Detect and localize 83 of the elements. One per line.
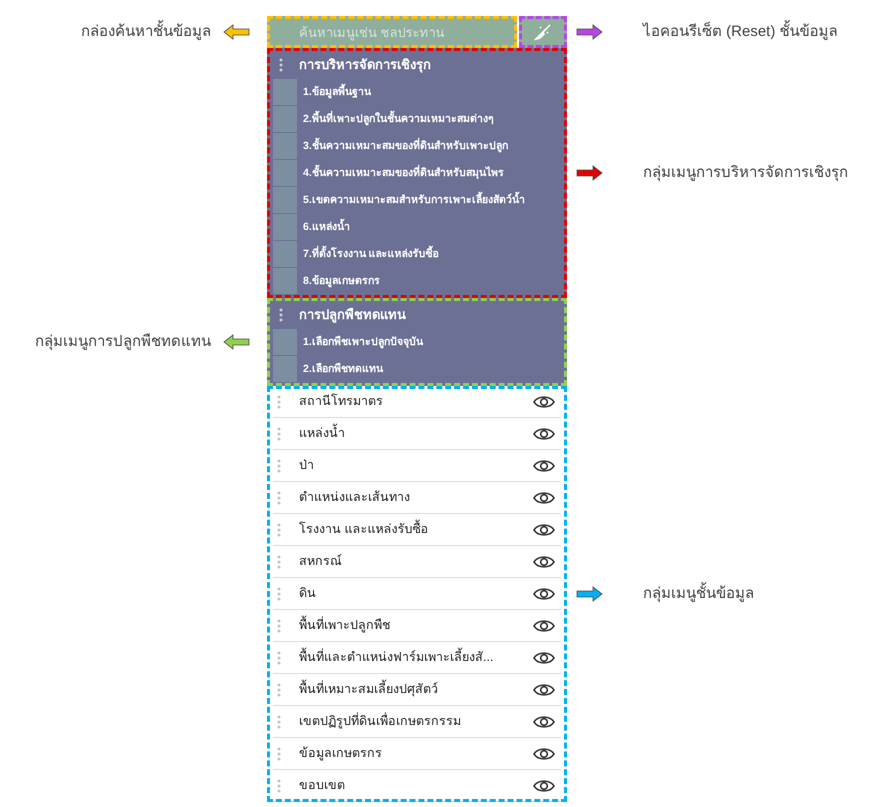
drag-handle-icon[interactable] xyxy=(277,650,281,664)
eye-icon[interactable] xyxy=(533,714,555,728)
item-strip xyxy=(273,214,297,241)
drag-handle-icon[interactable] xyxy=(277,778,281,792)
menu-item[interactable]: 3.ชั้นความเหมาะสมของที่ดินสำหรับเพาะปลูก xyxy=(297,133,508,160)
callout-label: กลุ่มเมนูการบริหารจัดการเชิงรุก xyxy=(643,162,848,184)
item-strip xyxy=(273,329,297,356)
layer-name: ป่า xyxy=(299,457,315,474)
eye-icon[interactable] xyxy=(533,586,555,600)
layer-name: เขตปฏิรูปที่ดินเพื่อเกษตรกรรม xyxy=(299,712,462,730)
layer-row[interactable]: สหกรณ์ xyxy=(273,546,561,578)
layer-name: สหกรณ์ xyxy=(299,553,343,570)
layer-name: แหล่งน้ำ xyxy=(299,424,515,443)
layer-row[interactable]: ป่า xyxy=(273,450,561,482)
layer-row[interactable]: แหล่งน้ำ xyxy=(273,418,561,450)
menu-item[interactable]: 1.เลือกพืชเพาะปลูกปัจจุบัน xyxy=(297,329,423,356)
callout-label: กล่องค้นหาชั้นข้อมูล xyxy=(81,20,211,44)
drag-handle-icon[interactable] xyxy=(277,682,281,696)
eye-icon[interactable] xyxy=(533,650,555,664)
drag-handle-icon[interactable] xyxy=(277,490,281,504)
drag-handle-icon[interactable] xyxy=(277,458,281,472)
layer-row[interactable]: ดิน xyxy=(273,578,561,610)
search-field[interactable]: ค้นหาเมนูเช่น ชลประทาน xyxy=(267,16,517,48)
menu-group-title[interactable]: การปลูกพืชทดแทน xyxy=(299,305,406,325)
eye-icon[interactable] xyxy=(533,522,555,536)
item-strip xyxy=(273,79,297,106)
eye-icon[interactable] xyxy=(533,746,555,760)
menu-item[interactable]: 2.เลือกพืชทดแทน xyxy=(297,356,383,383)
drag-handle-icon[interactable] xyxy=(277,746,281,760)
menu-group-title[interactable]: การบริหารจัดการเชิงรุก xyxy=(299,55,431,75)
item-strip xyxy=(273,268,297,295)
menu-item[interactable]: 2.พื้นที่เพาะปลูกในชั้นความเหมาะสมต่างๆ xyxy=(297,106,494,133)
callout-label: กลุ่มเมนูการปลูกพืชทดแทน xyxy=(35,332,211,352)
layer-row[interactable]: ข้อมูลเกษตรกร xyxy=(273,738,561,770)
layer-name: พื้นที่เพาะปลูกพืช xyxy=(299,616,515,635)
drag-handle-icon[interactable] xyxy=(277,522,281,536)
drag-handle-icon[interactable] xyxy=(277,394,281,408)
menu-item[interactable]: 4.ชั้นความเหมาะสมของที่ดินสำหรับสมุนไพร xyxy=(297,160,504,187)
layer-row[interactable]: ขอบเขต xyxy=(273,770,561,802)
layer-row[interactable]: เขตปฏิรูปที่ดินเพื่อเกษตรกรรม xyxy=(273,706,561,738)
eye-icon[interactable] xyxy=(533,490,555,504)
eye-icon[interactable] xyxy=(533,426,555,440)
layer-name: พื้นที่เหมาะสมเลี้ยงปศุสัตว์ xyxy=(299,680,515,699)
eye-icon[interactable] xyxy=(533,682,555,696)
layer-name: ตำแหน่งและเส้นทาง xyxy=(299,489,411,506)
layer-name: ข้อมูลเกษตรกร xyxy=(299,745,383,762)
layer-row[interactable]: พื้นที่เพาะปลูกพืช xyxy=(273,610,561,642)
item-strip xyxy=(273,241,297,268)
drag-handle-icon[interactable] xyxy=(277,554,281,568)
menu-item[interactable]: 1.ข้อมูลพื้นฐาน xyxy=(297,79,371,106)
layer-row[interactable]: พื้นที่และตำแหน่งฟาร์มเพาะเลี้ยงสั... xyxy=(273,642,561,674)
drag-handle-icon[interactable] xyxy=(279,58,283,72)
item-strip xyxy=(273,133,297,160)
drag-handle-icon[interactable] xyxy=(277,586,281,600)
eye-icon[interactable] xyxy=(533,778,555,792)
layer-row[interactable]: สถานีโทรมาตร xyxy=(273,386,561,418)
item-strip xyxy=(273,106,297,133)
drag-handle-icon[interactable] xyxy=(279,308,283,322)
drag-handle-icon[interactable] xyxy=(277,426,281,440)
item-strip xyxy=(273,356,297,383)
layer-row[interactable]: ตำแหน่งและเส้นทาง xyxy=(273,482,561,514)
layer-name: ขอบเขต xyxy=(299,777,346,794)
layer-name: พื้นที่และตำแหน่งฟาร์มเพาะเลี้ยงสั... xyxy=(299,648,515,667)
item-strip xyxy=(273,160,297,187)
eye-icon[interactable] xyxy=(533,394,555,408)
layer-name: สถานีโทรมาตร xyxy=(299,392,384,410)
layer-name: โรงงาน และแหล่งรับซื้อ xyxy=(299,520,515,539)
eye-icon[interactable] xyxy=(533,618,555,632)
drag-handle-icon[interactable] xyxy=(277,714,281,728)
callout-label: กลุ่มเมนูชั้นข้อมูล xyxy=(643,582,754,606)
layer-name: ดิน xyxy=(299,585,317,602)
menu-item[interactable]: 8.ข้อมูลเกษตรกร xyxy=(297,268,380,295)
menu-item[interactable]: 6.แหล่งน้ำ xyxy=(297,214,350,241)
menu-item[interactable]: 7.ที่ตั้งโรงงาน และแหล่งรับซื้อ xyxy=(297,241,439,268)
menu-item[interactable]: 5.เขตความเหมาะสมสำหรับการเพาะเลี้ยงสัตว์น้ำ xyxy=(297,187,525,214)
callout-label: ไอคอนรีเซ็ต (Reset) ชั้นข้อมูล xyxy=(643,20,838,44)
item-strip xyxy=(273,187,297,214)
reset-button[interactable] xyxy=(519,16,567,48)
eye-icon[interactable] xyxy=(533,458,555,472)
layer-row[interactable]: พื้นที่เหมาะสมเลี้ยงปศุสัตว์ xyxy=(273,674,561,706)
layer-row[interactable]: โรงงาน และแหล่งรับซื้อ xyxy=(273,514,561,546)
eye-icon[interactable] xyxy=(533,554,555,568)
drag-handle-icon[interactable] xyxy=(277,618,281,632)
